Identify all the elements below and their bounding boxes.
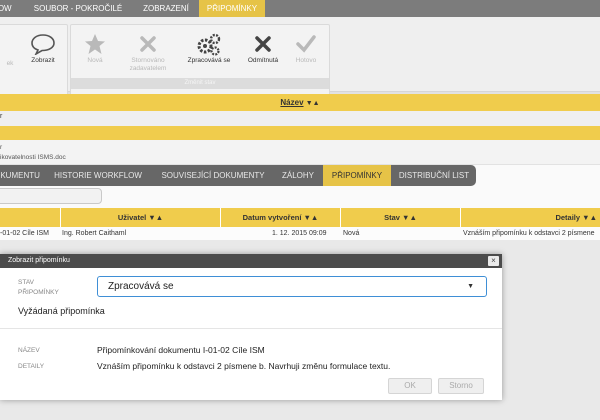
name-value: Připomínkování dokumentu I-01-02 Cíle IS… bbox=[97, 345, 265, 355]
filter-input[interactable] bbox=[0, 188, 102, 204]
tab-workflow[interactable]: LOW bbox=[0, 0, 19, 17]
status-rejected-button[interactable]: Odmítnutá bbox=[241, 33, 285, 65]
sort-arrows-icon[interactable]: ▼▲ bbox=[306, 100, 320, 107]
tab-comments-detail[interactable]: PŘIPOMÍNKY bbox=[323, 165, 391, 186]
tab-view[interactable]: ZOBRAZENÍ bbox=[133, 0, 199, 17]
info-fragment: r bbox=[0, 144, 3, 151]
cancel-button[interactable]: Storno bbox=[438, 378, 484, 394]
cell-status: Nová bbox=[343, 230, 360, 237]
status-rejected-label: Odmítnutá bbox=[247, 57, 279, 64]
status-label: STAV PŘIPOMÍNKY bbox=[18, 278, 59, 298]
cell-user: Ing. Robert Caithaml bbox=[62, 230, 127, 237]
document-grid-selected-row[interactable] bbox=[0, 126, 600, 140]
close-icon[interactable]: × bbox=[488, 256, 499, 266]
name-label: NÁZEV bbox=[18, 347, 40, 354]
tab-comments[interactable]: PŘIPOMÍNKY bbox=[199, 0, 265, 17]
details-value: Vznáším připomínku k odstavci 2 písmene … bbox=[97, 361, 391, 371]
column-name-header[interactable]: Název bbox=[280, 98, 303, 107]
filter-area bbox=[0, 186, 600, 208]
comments-grid-header: Uživatel ▼▲ Datum vytvoření ▼▲ Stav ▼▲ D… bbox=[0, 208, 600, 227]
column-status[interactable]: Stav ▼▲ bbox=[340, 208, 460, 227]
status-done-label: Hotovo bbox=[295, 57, 317, 64]
requested-comment-text: Vyžádaná připomínka bbox=[18, 306, 105, 316]
chevron-down-icon: ▼ bbox=[467, 283, 474, 290]
status-in-progress-label: Zpracovává se bbox=[187, 57, 231, 64]
document-grid-row[interactable]: r bbox=[0, 111, 600, 126]
x-icon bbox=[119, 33, 177, 57]
tab-workflow-history[interactable]: HISTORIE WORKFLOW bbox=[46, 165, 150, 186]
tab-document[interactable]: OKUMENTU bbox=[0, 165, 40, 186]
ribbon-tab-bar: LOW SOUBOR - POKROČILÉ ZOBRAZENÍ PŘIPOMÍ… bbox=[0, 0, 600, 17]
x-icon bbox=[241, 33, 285, 57]
detail-tab-bar: OKUMENTU HISTORIE WORKFLOW SOUVISEJÍCÍ D… bbox=[0, 165, 600, 186]
partial-ribbon-label: ek bbox=[6, 60, 14, 67]
gears-icon bbox=[181, 33, 237, 57]
tab-related-documents[interactable]: SOUVISEJÍCÍ DOKUMENTY bbox=[152, 165, 274, 186]
status-done-button[interactable]: Hotovo bbox=[287, 33, 325, 65]
status-select-value: Zpracovává se bbox=[108, 281, 174, 292]
tab-backups[interactable]: ZÁLOHY bbox=[274, 165, 322, 186]
tab-file-advanced[interactable]: SOUBOR - POKROČILÉ bbox=[26, 0, 130, 17]
status-label-line2: PŘIPOMÍNKY bbox=[18, 289, 59, 296]
speech-bubble-icon bbox=[23, 33, 63, 57]
ok-button[interactable]: OK bbox=[388, 378, 432, 394]
status-cancelled-button[interactable]: Stornováno zadavatelem bbox=[119, 33, 177, 73]
dialog-title: Zobrazit připomínku bbox=[0, 254, 502, 268]
change-status-caption: Změnit stav bbox=[71, 78, 329, 89]
show-comment-dialog: Zobrazit připomínku × STAV PŘIPOMÍNKY Zp… bbox=[0, 254, 502, 400]
status-label-line1: STAV bbox=[18, 279, 35, 286]
cell-name: -01-02 Cíle ISM bbox=[0, 230, 50, 237]
cell-details: Vznáším připomínku k odstavci 2 písmene bbox=[463, 230, 595, 237]
star-icon bbox=[77, 33, 113, 57]
column-details[interactable]: Detaily ▼▲ bbox=[460, 208, 600, 227]
document-info: r ikovatelnosti ISMS.doc bbox=[0, 140, 600, 164]
cell-date: 1. 12. 2015 09:09 bbox=[272, 230, 327, 237]
column-user[interactable]: Uživatel ▼▲ bbox=[60, 208, 220, 227]
status-new-label: Nová bbox=[87, 57, 103, 64]
show-button-label: Zobrazit bbox=[31, 57, 55, 64]
divider bbox=[0, 328, 502, 329]
show-comment-button[interactable]: Zobrazit bbox=[23, 33, 63, 65]
document-filename: ikovatelnosti ISMS.doc bbox=[0, 154, 66, 161]
status-in-progress-button[interactable]: Zpracovává se bbox=[181, 33, 237, 65]
ribbon: ek Zobrazit Nová Stornováno zadavatelem bbox=[0, 17, 600, 106]
status-select[interactable]: Zpracovává se ▼ bbox=[97, 276, 487, 297]
check-icon bbox=[287, 33, 325, 57]
status-cancelled-label: Stornováno zadavatelem bbox=[129, 57, 167, 72]
details-label: DETAILY bbox=[18, 363, 45, 370]
table-row[interactable]: -01-02 Cíle ISM Ing. Robert Caithaml 1. … bbox=[0, 227, 600, 240]
status-new-button[interactable]: Nová bbox=[77, 33, 113, 65]
tab-distribution-list[interactable]: DISTRIBUČNÍ LIST bbox=[391, 165, 477, 186]
row-fragment: r bbox=[0, 113, 3, 120]
document-grid-header[interactable]: Název ▼▲ bbox=[0, 94, 600, 111]
column-created[interactable]: Datum vytvoření ▼▲ bbox=[220, 208, 340, 227]
